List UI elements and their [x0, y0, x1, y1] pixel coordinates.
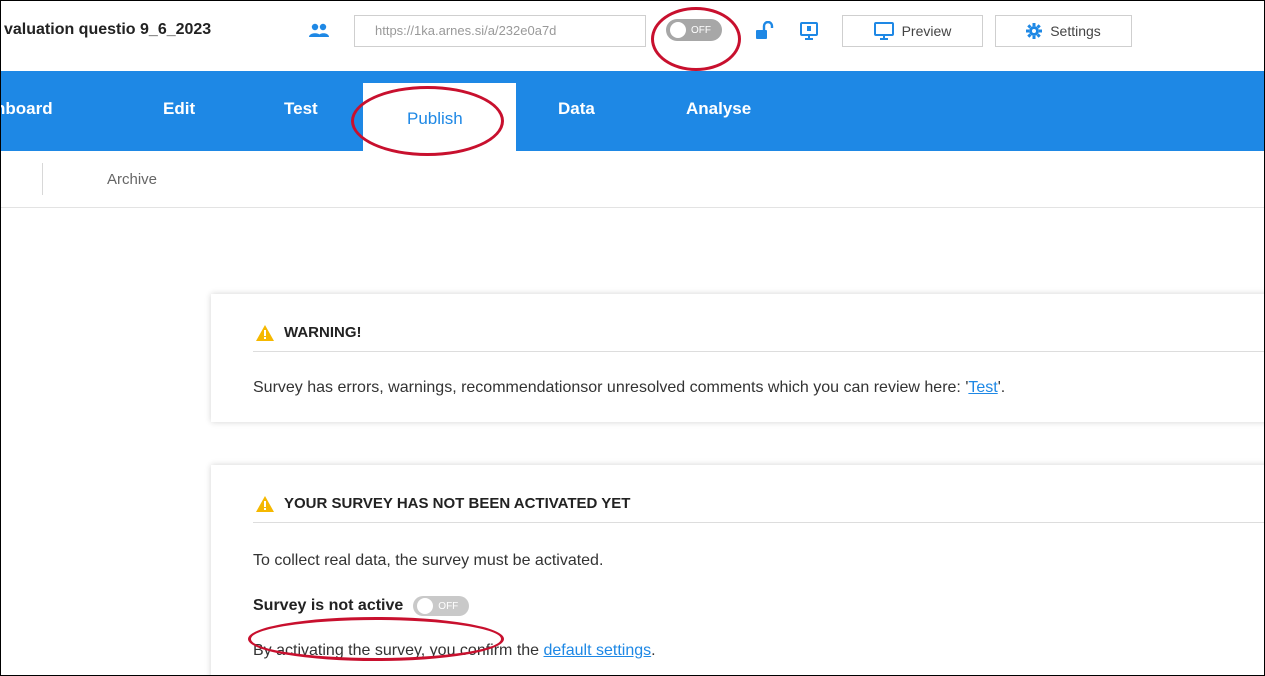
- activation-heading: YOUR SURVEY HAS NOT BEEN ACTIVATED YET: [256, 495, 630, 512]
- toggle-label: OFF: [438, 600, 459, 612]
- preview-label: Preview: [901, 23, 952, 39]
- warning-title: WARNING!: [284, 324, 362, 341]
- activation-confirm-end: .: [651, 642, 656, 659]
- default-settings-link[interactable]: default settings: [544, 642, 652, 659]
- warning-divider: [253, 351, 1264, 352]
- warning-text-end: '.: [997, 379, 1006, 396]
- activation-status-row: Survey is not active OFF: [253, 596, 470, 616]
- activation-status-label: Survey is not active: [253, 597, 404, 614]
- warning-icon: [256, 495, 274, 512]
- tab-data[interactable]: Data: [558, 99, 595, 119]
- subnav-archive[interactable]: Archive: [107, 171, 157, 188]
- present-button[interactable]: [794, 15, 824, 47]
- annotation-status-ellipse: [248, 617, 504, 661]
- users-icon: [309, 23, 329, 37]
- test-link[interactable]: Test: [968, 379, 997, 396]
- gear-icon: [1026, 23, 1043, 39]
- lock-button[interactable]: [749, 15, 779, 47]
- survey-title: valuation questio 9_6_2023: [4, 21, 212, 38]
- warning-icon: [256, 324, 274, 341]
- warning-text-main: Survey has errors, warnings, recommendat…: [253, 379, 969, 396]
- settings-label: Settings: [1050, 23, 1101, 39]
- app-window: valuation questio 9_6_2023 https://1ka.a…: [0, 0, 1265, 676]
- annotation-toggle-ellipse: [651, 7, 741, 71]
- survey-url-field[interactable]: https://1ka.arnes.si/a/232e0a7d: [354, 15, 646, 47]
- unlock-icon: [756, 21, 774, 39]
- monitor-icon: [873, 22, 894, 40]
- toggle-knob: [417, 598, 434, 614]
- survey-users-button[interactable]: [303, 15, 335, 47]
- activation-info: To collect real data, the survey must be…: [253, 552, 604, 569]
- warning-heading: WARNING!: [256, 324, 362, 341]
- tab-analyse[interactable]: Analyse: [686, 99, 751, 119]
- settings-button[interactable]: Settings: [995, 15, 1132, 47]
- preview-button[interactable]: Preview: [842, 15, 983, 47]
- subnav-divider: [42, 163, 43, 195]
- tab-dashboard[interactable]: hboard: [1, 99, 53, 119]
- activate-survey-toggle[interactable]: OFF: [413, 596, 470, 616]
- activation-title: YOUR SURVEY HAS NOT BEEN ACTIVATED YET: [284, 495, 631, 512]
- tab-test[interactable]: Test: [284, 99, 318, 119]
- warning-text: Survey has errors, warnings, recommendat…: [253, 379, 1005, 397]
- sub-nav: Archive: [1, 151, 1264, 208]
- top-bar: valuation questio 9_6_2023 https://1ka.a…: [1, 1, 1264, 71]
- main-nav: hboard Edit Test Publish Data Analyse: [1, 71, 1264, 151]
- annotation-publish-ellipse: [351, 86, 504, 156]
- warning-card: WARNING! Survey has errors, warnings, re…: [211, 294, 1264, 422]
- activation-divider: [253, 522, 1264, 523]
- tab-edit[interactable]: Edit: [163, 99, 195, 119]
- display-icon: [800, 22, 818, 40]
